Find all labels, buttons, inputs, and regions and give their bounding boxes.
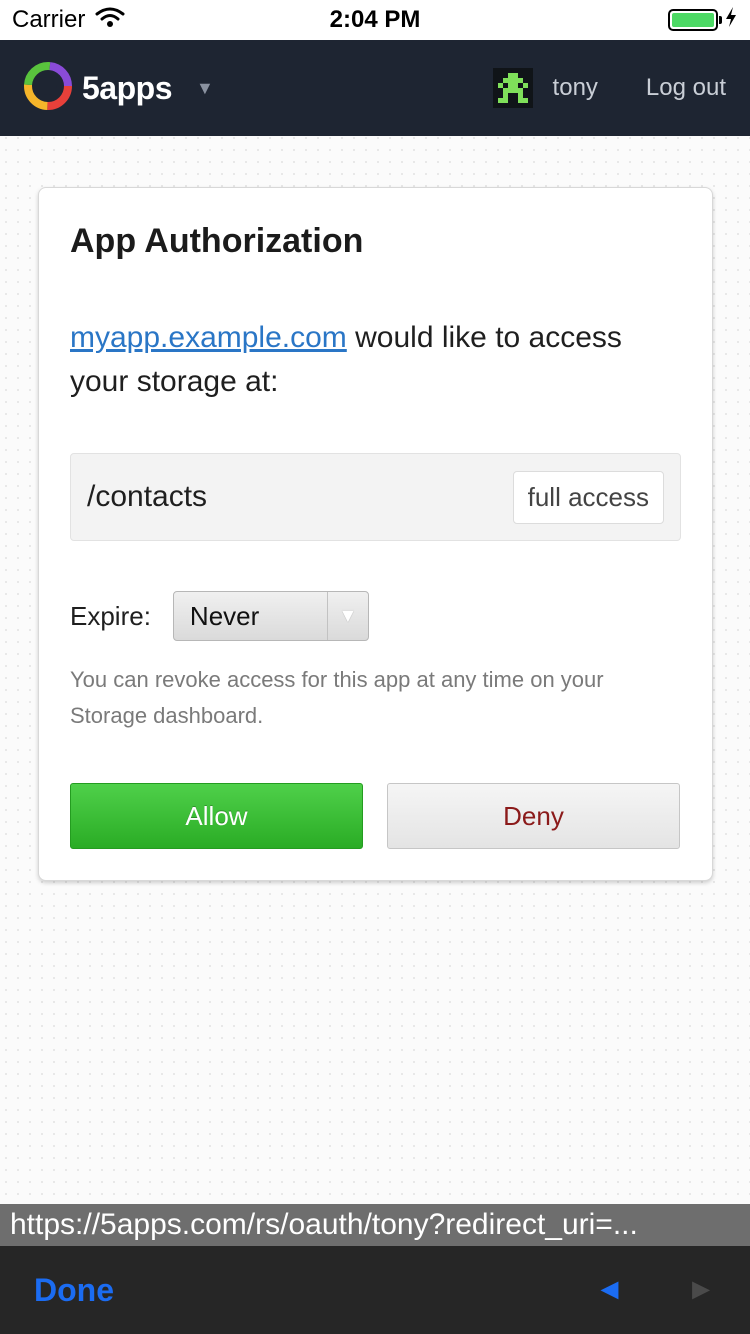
charging-bolt-icon — [724, 6, 738, 35]
app-link[interactable]: myapp.example.com — [70, 321, 347, 354]
url-bar: https://5apps.com/rs/oauth/tony?redirect… — [0, 1204, 750, 1246]
revoke-help-text: You can revoke access for this app at an… — [70, 667, 604, 728]
browser-toolbar: Done ◄ ► — [0, 1246, 750, 1334]
scope-item: /contacts full access — [70, 453, 681, 541]
request-text: myapp.example.com would like to access y… — [70, 316, 680, 404]
caret-down-icon[interactable]: ▼ — [196, 78, 214, 99]
top-navbar: 5apps ▼ tony Log out — [0, 40, 750, 136]
done-button[interactable]: Done — [34, 1272, 114, 1309]
select-arrow-icon: ▼ — [326, 592, 368, 640]
expire-label: Expire: — [70, 600, 151, 631]
battery-level-fill — [672, 13, 714, 27]
expire-row: Expire: Never ▼ — [70, 591, 369, 641]
username-link[interactable]: tony — [553, 74, 598, 102]
brand-menu[interactable]: 5apps ▼ — [24, 61, 214, 115]
scope-access-badge: full access — [512, 470, 664, 524]
pixel-avatar-icon[interactable] — [492, 68, 533, 108]
status-bar: Carrier 2:04 PM — [0, 0, 750, 40]
wifi-icon — [95, 6, 125, 35]
forward-arrow-icon[interactable]: ► — [686, 1273, 716, 1307]
expire-select-value: Never — [189, 600, 260, 631]
scope-path: /contacts — [87, 480, 208, 513]
page-title: App Authorization — [70, 222, 364, 260]
status-right — [668, 6, 738, 35]
carrier-label: Carrier — [12, 6, 86, 33]
authorization-card: App Authorization myapp.example.com woul… — [38, 187, 713, 881]
deny-button[interactable]: Deny — [387, 783, 680, 849]
allow-button[interactable]: Allow — [70, 783, 363, 849]
status-left: Carrier — [12, 6, 125, 35]
user-nav: tony Log out — [492, 68, 726, 108]
brand-name: 5apps — [82, 69, 172, 106]
battery-icon — [668, 9, 722, 31]
logout-link[interactable]: Log out — [646, 74, 726, 102]
5apps-logo-icon — [24, 61, 72, 115]
back-arrow-icon[interactable]: ◄ — [595, 1273, 625, 1307]
expire-select[interactable]: Never ▼ — [172, 591, 369, 641]
